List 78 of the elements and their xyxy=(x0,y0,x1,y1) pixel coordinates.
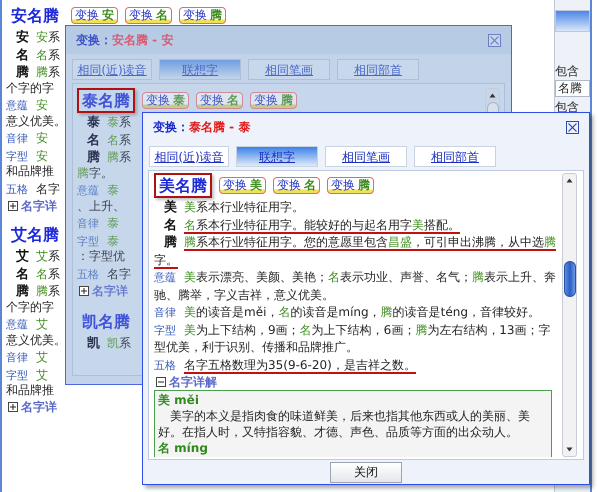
details-toggle[interactable]: 名字详 xyxy=(21,196,57,214)
info-line: 腾 腾系 xyxy=(86,149,131,166)
info-line: 字型 美为上下结构，9画；名为上下结构，6画；腾为左右结构，13画；字型优美，利于识别、传播和品牌推广。 xyxy=(154,322,552,356)
info-line: 名 名系 xyxy=(14,46,60,63)
info-line: 五格 名字五格数理为35(9-6-20)，是吉祥之数。 xyxy=(154,356,416,373)
tab[interactable]: 联想字 xyxy=(236,146,318,167)
character-meaning: 美字的本义是指肉食的味道鲜美，后来也指其他东西或人的美丽、美好。在指人时，又特指容貌、才德、声色、品质等方面的出众动人。 xyxy=(158,408,531,440)
info-line: 意义优美。 xyxy=(6,114,66,129)
field-label: 包含 xyxy=(555,64,580,78)
info-line: 名 名系 xyxy=(14,266,60,282)
keyword-field[interactable]: 名腾 xyxy=(555,80,590,97)
name-heading: 艾名腾 xyxy=(10,224,60,246)
close-dialog-button[interactable]: 关闭 xyxy=(330,462,402,482)
dialog-title: 变换：泰名腾 - 泰 xyxy=(153,119,250,136)
close-button[interactable] xyxy=(566,120,579,134)
swap-button[interactable]: 变换 泰 xyxy=(142,92,189,109)
info-line: 五格 名字 xyxy=(77,266,131,282)
swap-button[interactable]: 变换 美 xyxy=(219,177,266,194)
scrollbar-thumb[interactable] xyxy=(564,261,576,297)
info-line: 意蕴 安 xyxy=(6,97,48,114)
info-line: 凯 凯系 xyxy=(86,335,131,352)
name-heading: 泰名腾 xyxy=(77,88,135,113)
tab[interactable]: 相同(近)读音 xyxy=(149,146,229,167)
tab[interactable]: 相同部首 xyxy=(414,146,496,167)
swap-button[interactable]: 变换 腾 xyxy=(250,92,297,109)
collapse-icon[interactable] xyxy=(156,376,166,386)
name-heading: 美名腾 xyxy=(154,173,212,198)
details-toggle[interactable]: 名字详解 xyxy=(169,372,217,390)
info-line: 音律 美的读音是měi，名的读音是míng，腾的读音是téng，音律较好。 xyxy=(154,304,540,320)
info-line: 个字的字 xyxy=(6,80,54,96)
info-line: 意蕴 美表示漂亮、美颜、美艳；名表示功业、声誉、名气；腾表示上升、奔驰、腾举，字义吉祥，意义优美。 xyxy=(154,269,557,303)
tab[interactable]: 相同部首 xyxy=(337,59,419,80)
swap-button[interactable]: 变换 名 xyxy=(273,177,320,194)
info-line: 字型 泰 xyxy=(77,232,119,249)
info-line: 泰 泰系 xyxy=(86,114,131,130)
info-line: 腾字。 xyxy=(77,166,113,181)
info-line: 安 安系 xyxy=(15,28,60,46)
panel-tab[interactable] xyxy=(555,10,590,32)
swap-button[interactable]: 变换 腾 xyxy=(179,7,226,24)
name-heading: 安名腾 xyxy=(10,5,60,27)
info-line: 个字的字 xyxy=(6,300,54,315)
info-line: 字型 安 xyxy=(6,148,48,164)
info-line: 名 名系本行业特征用字。能较好的与起名用字美搭配。 xyxy=(162,216,460,233)
info-line: 名 名系 xyxy=(86,132,131,148)
dialog-title: 变换：安名腾 - 安 xyxy=(76,32,174,49)
info-line: 腾 腾系本行业特征用字。您的意愿里包含昌盛，可引申出沸腾，从中选腾字。 xyxy=(154,234,557,268)
info-line: 音律 泰 xyxy=(77,215,119,232)
info-line: 美 美系本行业特征用字。 xyxy=(163,198,304,216)
character-heading: 美 měi xyxy=(158,392,200,408)
expand-icon[interactable] xyxy=(8,200,18,210)
info-line: 和品牌推 xyxy=(6,383,54,398)
info-line: 腾 腾系 xyxy=(15,64,60,80)
scrollbar[interactable] xyxy=(562,173,577,457)
info-line: 音律 安 xyxy=(6,130,48,146)
info-line: 腾 腾系 xyxy=(15,283,60,300)
name-heading: 凯名腾 xyxy=(81,311,131,333)
info-line: 意义优美。 xyxy=(6,332,66,348)
character-heading: 名 míng xyxy=(158,440,209,456)
swap-button[interactable]: 变换 名 xyxy=(196,92,243,109)
expand-icon[interactable] xyxy=(79,286,89,296)
info-line: 字型 艾 xyxy=(6,366,48,383)
swap-button[interactable]: 变换 名 xyxy=(125,7,172,24)
field-label: 包含 xyxy=(555,100,580,114)
info-line: 意蕴 泰 xyxy=(77,182,119,198)
info-line: 五格 名字 xyxy=(6,180,60,197)
expand-icon[interactable] xyxy=(8,402,18,412)
info-line: 、上升、 xyxy=(77,198,125,214)
tab[interactable]: 相同(近)读音 xyxy=(72,59,152,80)
swap-button[interactable]: 变换 腾 xyxy=(327,177,374,194)
info-line: ：字型优 xyxy=(77,249,125,264)
info-line: 意蕴 艾 xyxy=(6,316,48,332)
info-line: 和品牌推 xyxy=(6,164,54,180)
tab[interactable]: 相同笔画 xyxy=(248,59,330,80)
tab[interactable]: 相同笔画 xyxy=(325,146,407,167)
info-line: 音律 艾 xyxy=(6,349,48,366)
swap-button[interactable]: 变换 安 xyxy=(71,7,118,24)
details-toggle[interactable]: 名字详 xyxy=(21,398,57,416)
info-line: 艾 艾系 xyxy=(15,248,60,264)
